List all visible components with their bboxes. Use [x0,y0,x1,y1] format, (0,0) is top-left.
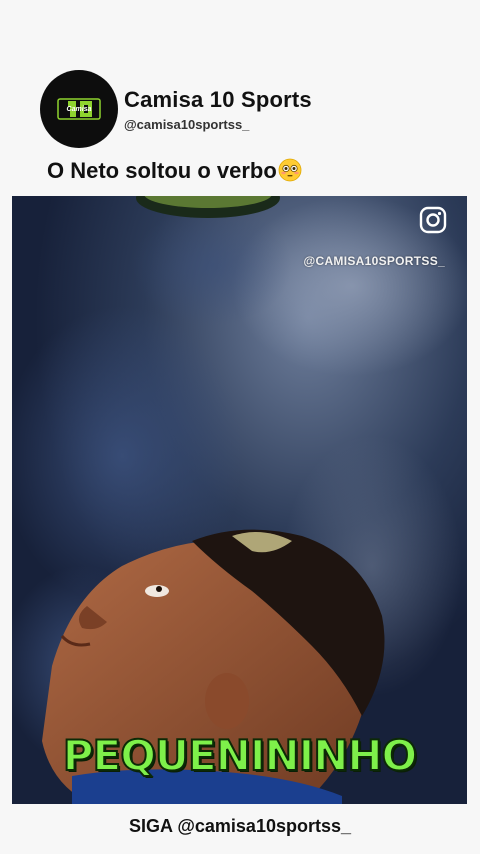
caption-text: O Neto soltou o verbo [47,158,277,183]
account-meta: Camisa 10 Sports @camisa10sportss_ [124,87,312,132]
video-overlay-caption: PEQUENININHO [62,730,419,781]
follow-cta[interactable]: SIGA @camisa10sportss_ [0,816,480,837]
video-frame [12,196,467,804]
flushed-face-emoji-icon [278,158,302,182]
instagram-icon[interactable] [419,206,447,234]
post-header: Camisa Camisa 10 Sports @camisa10sportss… [40,70,312,148]
avatar[interactable]: Camisa [40,70,118,148]
account-handle[interactable]: @camisa10sportss_ [124,117,312,132]
camisa10-logo-icon: Camisa [57,98,101,120]
video-player[interactable]: @CAMISA10SPORTSS_ PEQUENININHO [12,196,467,804]
video-watermark-handle: @CAMISA10SPORTSS_ [303,254,445,268]
account-name[interactable]: Camisa 10 Sports [124,87,312,113]
logo-wordmark: Camisa [67,106,92,113]
post-caption: O Neto soltou o verbo [47,158,302,184]
